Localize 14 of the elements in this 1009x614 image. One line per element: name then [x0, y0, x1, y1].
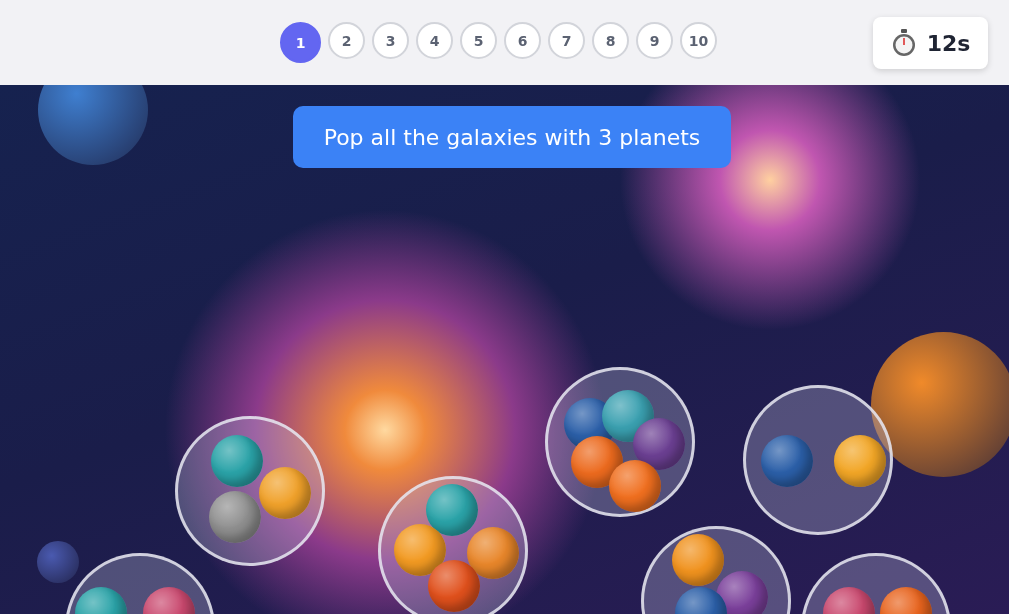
instruction-banner: Pop all the galaxies with 3 planets [293, 106, 731, 168]
level-button[interactable]: 5 [460, 22, 497, 59]
level-button[interactable]: 4 [416, 22, 453, 59]
level-button[interactable]: 2 [328, 22, 365, 59]
level-button[interactable]: 6 [504, 22, 541, 59]
level-button[interactable]: 3 [372, 22, 409, 59]
planet-drawing [37, 541, 79, 583]
level-button[interactable]: 8 [592, 22, 629, 59]
level-button[interactable]: 10 [680, 22, 717, 59]
level-button[interactable]: 7 [548, 22, 585, 59]
timer-text: 12s [926, 30, 971, 56]
stopwatch-icon [890, 29, 917, 57]
level-button[interactable]: 1 [280, 22, 321, 63]
level-button[interactable]: 9 [636, 22, 673, 59]
